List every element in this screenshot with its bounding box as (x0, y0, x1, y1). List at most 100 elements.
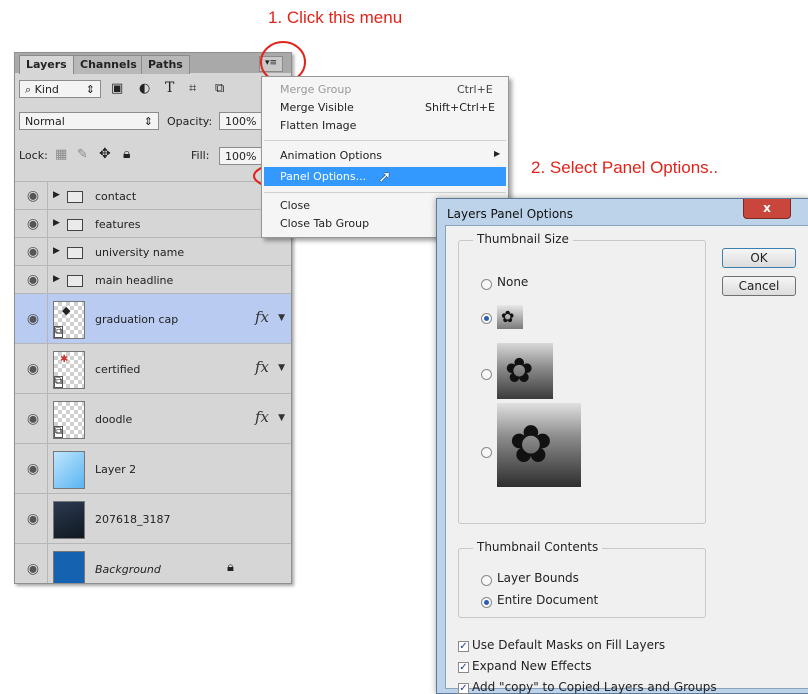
layer-name[interactable]: contact (95, 190, 136, 203)
tab-channels[interactable]: Channels (73, 55, 144, 74)
kind-filter-select[interactable]: ⌕ Kind ⇕ (19, 80, 101, 98)
expand-new-effects-checkbox[interactable]: ✓ (458, 662, 469, 673)
lock-row: Lock: ▦ ✎ ✥ 🔒︎ Fill: 100% (15, 143, 291, 169)
folder-icon (67, 275, 83, 287)
layer-name[interactable]: features (95, 218, 140, 231)
visibility-eye-icon[interactable]: ◉ (23, 188, 43, 204)
thumbnail-size-label: Thumbnail Size (473, 232, 573, 246)
visibility-eye-icon[interactable]: ◉ (23, 561, 43, 577)
visibility-eye-icon[interactable]: ◉ (23, 511, 43, 527)
close-button[interactable]: x (743, 199, 791, 219)
menu-item-panel-options[interactable]: Panel Options... (280, 170, 366, 183)
expand-new-effects-label: Expand New Effects (472, 659, 592, 673)
certified-stamp-icon: ✱ (60, 354, 69, 365)
layer-bounds-radio[interactable] (481, 575, 492, 586)
panel-menu-button[interactable]: ▾≡ (259, 56, 283, 72)
dialog-title: Layers Panel Options (447, 207, 574, 221)
visibility-eye-icon[interactable]: ◉ (23, 272, 43, 288)
layer-name[interactable]: main headline (95, 274, 173, 287)
fill-field[interactable]: 100% (219, 147, 267, 165)
expand-triangle-icon[interactable]: ▶ (53, 190, 60, 200)
menu-item-close-tab-group[interactable]: Close Tab Group (280, 217, 369, 230)
menu-item-flatten-image[interactable]: Flatten Image (280, 119, 356, 132)
smart-object-filter-icon[interactable]: ⧉ (215, 81, 224, 96)
layer-row[interactable]: ◉ 207618_3187 (15, 493, 291, 544)
expand-effects-arrow-icon[interactable]: ▼ (278, 313, 285, 323)
blend-row: Normal ⇕ Opacity: 100% (15, 109, 291, 133)
type-filter-icon[interactable]: T (165, 80, 174, 96)
expand-triangle-icon[interactable]: ▶ (53, 246, 60, 256)
visibility-eye-icon[interactable]: ◉ (23, 461, 43, 477)
blend-mode-select[interactable]: Normal ⇕ (19, 112, 159, 130)
lock-icon: 🔒︎ (227, 560, 234, 575)
lock-position-icon[interactable]: ✥ (99, 146, 111, 162)
opacity-label: Opacity: (167, 115, 213, 128)
layer-row[interactable]: ◉ ⧉ doodle fx ▼ (15, 393, 291, 444)
visibility-eye-icon[interactable]: ◉ (23, 411, 43, 427)
layer-name[interactable]: certified (95, 363, 140, 376)
opacity-field[interactable]: 100% (219, 112, 267, 130)
kind-label: Kind (34, 83, 59, 96)
step1-annotation: 1. Click this menu (268, 8, 403, 27)
size-none-radio[interactable] (481, 279, 492, 290)
layer-name[interactable]: graduation cap (95, 313, 178, 326)
entire-document-radio[interactable] (481, 597, 492, 608)
expand-effects-arrow-icon[interactable]: ▼ (278, 413, 285, 423)
menu-item-merge-group[interactable]: Merge Group (280, 83, 351, 96)
visibility-eye-icon[interactable]: ◉ (23, 311, 43, 327)
menu-item-animation-options[interactable]: Animation Options (280, 149, 382, 162)
tab-paths[interactable]: Paths (141, 55, 190, 74)
smart-object-badge-icon: ⧉ (54, 376, 64, 388)
layer-effects-icon[interactable]: fx (255, 408, 269, 426)
layer-row-selected[interactable]: ◉ ◆ ⧉ graduation cap fx ▼ (15, 293, 291, 344)
layer-row[interactable]: ◉ Layer 2 (15, 443, 291, 494)
sunflower-icon: ✿ (505, 351, 534, 391)
tab-layers[interactable]: Layers (19, 55, 74, 74)
sunflower-icon: ✿ (501, 307, 515, 326)
layer-row[interactable]: ◉ ▶ main headline (15, 265, 291, 294)
layer-row[interactable]: ◉ ▶ university name (15, 237, 291, 266)
visibility-eye-icon[interactable]: ◉ (23, 361, 43, 377)
expand-effects-arrow-icon[interactable]: ▼ (278, 363, 285, 373)
layer-thumbnail: ⧉ (53, 401, 85, 439)
size-none-label: None (497, 275, 529, 289)
lock-transparency-icon[interactable]: ▦ (55, 147, 67, 162)
layer-effects-icon[interactable]: fx (255, 358, 269, 376)
size-large-radio[interactable] (481, 447, 492, 458)
large-thumbnail-preview: ✿ (497, 403, 581, 487)
menu-shortcut: Shift+Ctrl+E (425, 101, 495, 114)
menu-item-close[interactable]: Close (280, 199, 310, 212)
mouse-cursor-icon: ➚ (378, 167, 392, 186)
add-copy-checkbox[interactable]: ✓ (458, 683, 469, 694)
size-small-radio[interactable] (481, 313, 492, 324)
image-filter-icon[interactable]: ▣ (111, 81, 123, 96)
layer-name[interactable]: Background (95, 563, 161, 576)
layer-name[interactable]: 207618_3187 (95, 513, 171, 526)
select-arrows-icon: ⇕ (143, 115, 153, 128)
use-default-masks-checkbox[interactable]: ✓ (458, 641, 469, 652)
expand-triangle-icon[interactable]: ▶ (53, 274, 60, 284)
layer-name[interactable]: doodle (95, 413, 132, 426)
shape-filter-icon[interactable]: ⌗ (189, 81, 196, 96)
layer-row[interactable]: ◉ ✱ ⧉ certified fx ▼ (15, 343, 291, 394)
cancel-button[interactable]: Cancel (722, 276, 796, 296)
layer-name[interactable]: university name (95, 246, 184, 259)
layer-effects-icon[interactable]: fx (255, 308, 269, 326)
menu-item-merge-visible[interactable]: Merge Visible (280, 101, 354, 114)
visibility-eye-icon[interactable]: ◉ (23, 216, 43, 232)
layer-name[interactable]: Layer 2 (95, 463, 136, 476)
layer-row[interactable]: ◉ ▶ features (15, 209, 291, 238)
submenu-arrow-icon: ▶ (494, 149, 501, 158)
layer-row[interactable]: ◉ Background 🔒︎ (15, 543, 291, 583)
lock-pixels-icon[interactable]: ✎ (77, 147, 88, 162)
ok-button[interactable]: OK (722, 248, 796, 268)
lock-all-icon[interactable]: 🔒︎ (123, 146, 130, 162)
layers-panel: Layers Channels Paths ▾≡ ⌕ Kind ⇕ ▣ ◐ T … (14, 52, 292, 584)
graduation-cap-icon: ◆ (62, 304, 71, 317)
expand-triangle-icon[interactable]: ▶ (53, 218, 60, 228)
visibility-eye-icon[interactable]: ◉ (23, 244, 43, 260)
layer-row[interactable]: ◉ ▶ contact (15, 181, 291, 210)
fill-label: Fill: (191, 149, 210, 162)
adjustment-filter-icon[interactable]: ◐ (139, 81, 150, 96)
size-medium-radio[interactable] (481, 369, 492, 380)
